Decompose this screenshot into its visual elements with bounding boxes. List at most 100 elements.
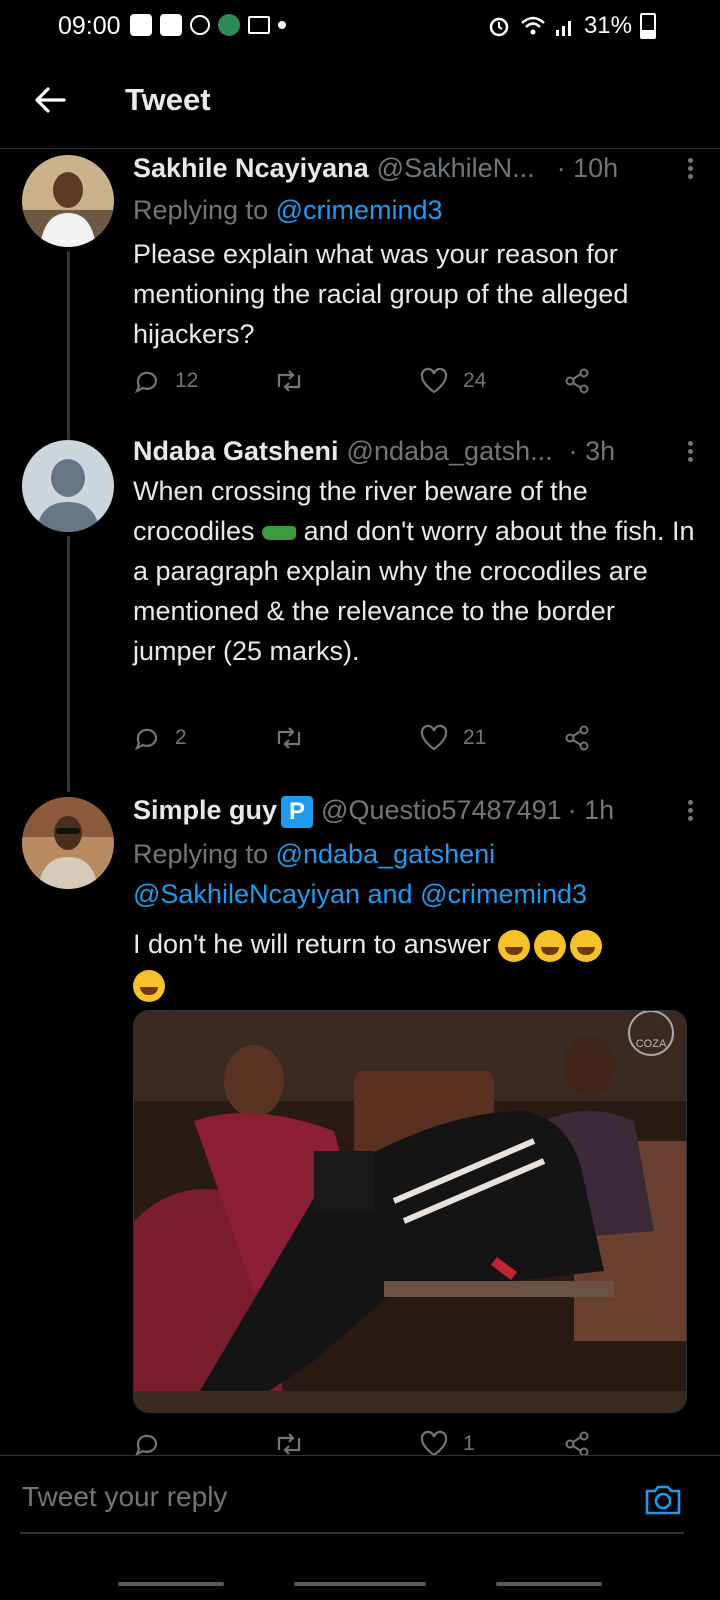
more-notifications-icon: [278, 21, 286, 29]
thread-line: [67, 536, 70, 792]
tweet-header: Simple guy P @Questio57487491 · 1h: [133, 795, 700, 828]
nav-recents[interactable]: [118, 1582, 224, 1586]
avatar[interactable]: [22, 155, 114, 247]
parking-badge-icon: P: [281, 796, 314, 828]
mention-link[interactable]: @ndaba_gatsheni: [276, 839, 496, 869]
battery-percent: 31%: [583, 12, 632, 39]
laughing-emoji-icon: [133, 969, 165, 1002]
app-notification-icon: [218, 14, 240, 36]
reply-button[interactable]: [133, 1430, 175, 1458]
share-button[interactable]: [563, 724, 591, 752]
like-count: 24: [463, 369, 487, 392]
laughing-emoji-icon: [570, 929, 603, 962]
retweet-icon: [277, 727, 301, 749]
back-arrow-icon[interactable]: [30, 80, 70, 120]
like-count: 21: [463, 726, 487, 749]
like-button[interactable]: 21: [419, 724, 486, 752]
like-button[interactable]: 24: [419, 367, 486, 395]
camera-icon[interactable]: [642, 1478, 684, 1520]
share-icon: [565, 368, 589, 394]
tweet-photo[interactable]: COZA: [133, 1010, 687, 1413]
laughing-emoji-icon: [498, 929, 531, 962]
tweet-header: Ndaba Gatsheni @ndaba_gatsh... · 3h: [133, 436, 700, 467]
tweet-text-body: I don't he will return to answer: [133, 929, 499, 959]
heart-icon: [420, 724, 448, 751]
display-name[interactable]: Sakhile Ncayiyana: [133, 153, 369, 184]
system-nav-bar: [0, 1568, 720, 1600]
nav-back[interactable]: [496, 1582, 602, 1586]
replying-prefix: Replying to: [133, 839, 276, 869]
tweet-content: Simple guy P @Questio57487491 · 1h Reply…: [133, 795, 700, 1004]
battery-icon: [640, 13, 656, 39]
tweet-text: I don't he will return to answer: [133, 924, 700, 1004]
status-time: 09:00: [58, 12, 121, 40]
replying-to: Replying to @crimemind3: [133, 190, 700, 230]
retweet-button[interactable]: [273, 1430, 319, 1458]
more-options-icon[interactable]: [680, 155, 700, 185]
tweet-actions: 2 21: [133, 724, 603, 764]
status-right: 31%: [486, 12, 656, 40]
retweet-button[interactable]: [273, 367, 319, 395]
retweet-button[interactable]: [273, 724, 319, 752]
user-handle: @ndaba_gatsh...: [346, 436, 553, 466]
usb-icon: [190, 15, 210, 35]
user-handle: @Questio57487491: [321, 795, 562, 825]
nav-home[interactable]: [294, 1582, 426, 1586]
tweet-content: Sakhile Ncayiyana @SakhileN... · 10h Rep…: [133, 153, 700, 354]
gmail-icon: [248, 16, 270, 34]
alarm-icon: [489, 17, 509, 37]
page-title: Tweet: [125, 82, 211, 117]
tweet-age: · 1h: [567, 795, 615, 825]
top-bar: Tweet: [0, 54, 720, 149]
tweet-header: Sakhile Ncayiyana @SakhileN... · 10h: [133, 153, 700, 184]
wifi-icon: [521, 16, 545, 35]
share-button[interactable]: [563, 1430, 591, 1458]
reply-icon: [134, 728, 158, 751]
status-bar: 09:00 31%: [0, 0, 720, 54]
share-icon: [565, 1431, 589, 1457]
mention-link[interactable]: @SakhileNcayiyan: [133, 879, 360, 909]
mention-link[interactable]: @crimemind3: [420, 879, 587, 909]
photo-watermark: COZA: [636, 1038, 667, 1050]
like-count: 1: [463, 1432, 475, 1455]
reply-count: 2: [175, 726, 187, 749]
like-button[interactable]: 1: [419, 1430, 475, 1458]
retweet-icon: [277, 1433, 301, 1455]
heart-icon: [420, 367, 448, 394]
signal-icon: [555, 21, 571, 36]
tweet-text: Please explain what was your reason for …: [133, 239, 629, 349]
reply-button[interactable]: 2: [133, 724, 187, 752]
reply-underline: [20, 1532, 684, 1534]
reply-icon: [134, 1434, 158, 1457]
tweet-actions: 12 24: [133, 367, 603, 407]
avatar-default[interactable]: [22, 440, 114, 532]
more-options-icon[interactable]: [680, 797, 700, 827]
laughing-emoji-icon: [534, 929, 567, 962]
share-icon: [565, 725, 589, 751]
reply-count: 12: [175, 369, 199, 392]
display-name[interactable]: Ndaba Gatsheni: [133, 436, 339, 467]
replying-and: and: [360, 879, 421, 909]
crocodile-emoji-icon: [262, 525, 297, 540]
heart-icon: [420, 1430, 448, 1457]
avatar[interactable]: [22, 797, 114, 889]
notification-icons: [130, 14, 286, 36]
reply-button[interactable]: 12: [133, 367, 198, 395]
mention-link[interactable]: @crimemind3: [276, 195, 443, 225]
reply-bar: [0, 1455, 720, 1548]
reply-input[interactable]: [20, 1480, 584, 1514]
replying-prefix: Replying to: [133, 195, 276, 225]
retweet-icon: [277, 370, 301, 392]
user-handle: @SakhileN...: [376, 153, 535, 183]
more-options-icon[interactable]: [680, 438, 700, 468]
youtube-icon: [130, 14, 152, 36]
tweet-text: When crossing the river beware of the cr…: [133, 471, 700, 671]
tweet-age: · 10h: [556, 153, 619, 183]
calendar-icon: [160, 14, 182, 36]
share-button[interactable]: [563, 367, 591, 395]
display-name[interactable]: Simple guy: [133, 795, 277, 826]
tweet-age: · 3h: [568, 436, 616, 466]
photo-image: COZA: [134, 1011, 686, 1412]
reply-icon: [134, 371, 158, 394]
tweet-content: Ndaba Gatsheni @ndaba_gatsh... · 3h When…: [133, 436, 700, 671]
